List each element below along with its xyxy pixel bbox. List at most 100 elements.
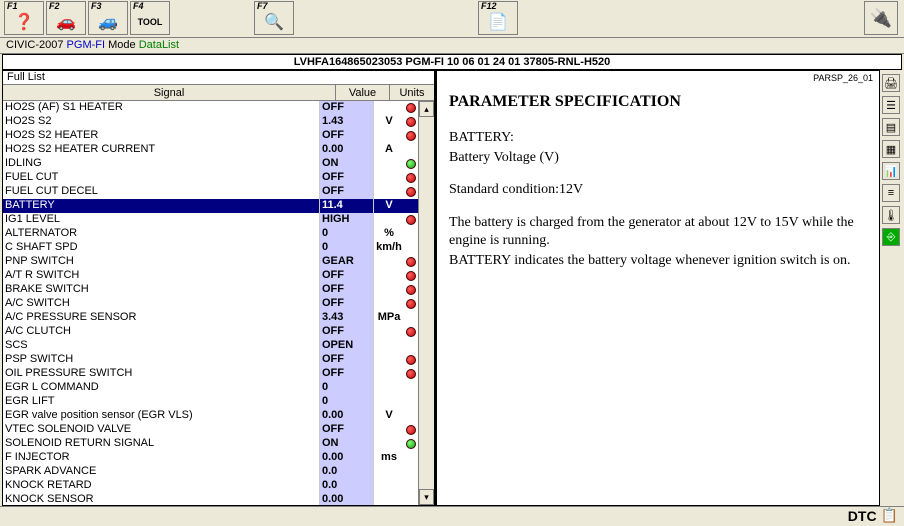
table-row[interactable]: HO2S S21.43V — [3, 115, 418, 129]
status-dot — [404, 199, 418, 213]
table-row[interactable]: A/C CLUTCHOFF — [3, 325, 418, 339]
status-dot — [404, 101, 418, 115]
temp-icon[interactable]: 🌡 — [882, 206, 900, 224]
dot-icon — [406, 355, 416, 365]
table-row[interactable]: A/T R SWITCHOFF — [3, 269, 418, 283]
status-dot — [404, 339, 418, 353]
dot-icon — [406, 369, 416, 379]
cell-units — [374, 339, 404, 353]
cell-value: OFF — [320, 423, 374, 437]
table-row[interactable]: BRAKE SWITCHOFF — [3, 283, 418, 297]
bars-icon[interactable]: ≡ — [882, 184, 900, 202]
scroll-up-icon[interactable]: ▴ — [419, 101, 434, 117]
table-row[interactable]: F INJECTOR0.00ms — [3, 451, 418, 465]
dot-icon — [406, 285, 416, 295]
cell-value: OFF — [320, 325, 374, 339]
col-units: Units — [390, 85, 434, 100]
cell-units — [374, 255, 404, 269]
list-icon[interactable]: ☰ — [882, 96, 900, 114]
table-row[interactable]: FUEL CUT DECELOFF — [3, 185, 418, 199]
status-bar: DTC 📋 — [0, 506, 904, 524]
table-row[interactable]: ALTERNATOR0% — [3, 227, 418, 241]
dot-icon — [406, 215, 416, 225]
table-row[interactable]: A/C PRESSURE SENSOR3.43MPa — [3, 311, 418, 325]
cell-value: OFF — [320, 283, 374, 297]
column-headers: Signal Value Units — [3, 85, 434, 101]
f2-button[interactable]: F2🚗 — [46, 1, 86, 35]
f7-button[interactable]: F7🔍 — [254, 1, 294, 35]
table-row[interactable]: VTEC SOLENOID VALVEOFF — [3, 423, 418, 437]
table-row[interactable]: IG1 LEVELHIGH — [3, 213, 418, 227]
table-row[interactable]: KNOCK SENSOR0.00 — [3, 493, 418, 505]
table-row[interactable]: PSP SWITCHOFF — [3, 353, 418, 367]
status-dot — [404, 493, 418, 505]
cell-units — [374, 283, 404, 297]
dot-icon — [406, 327, 416, 337]
table-row[interactable]: FUEL CUTOFF — [3, 171, 418, 185]
cell-value: OFF — [320, 367, 374, 381]
table-row[interactable]: SCSOPEN — [3, 339, 418, 353]
table-row[interactable]: SPARK ADVANCE0.0 — [3, 465, 418, 479]
exit-icon[interactable]: ⎆ — [882, 228, 900, 246]
cell-signal: PSP SWITCH — [3, 353, 320, 367]
cell-signal: FUEL CUT DECEL — [3, 185, 320, 199]
table-row[interactable]: HO2S S2 HEATER CURRENT0.00A — [3, 143, 418, 157]
table-row[interactable]: KNOCK RETARD0.0 — [3, 479, 418, 493]
status-icon: 📋 — [881, 507, 898, 524]
status-dot — [404, 409, 418, 423]
print-icon[interactable]: 🖨 — [882, 74, 900, 92]
cell-units — [374, 395, 404, 409]
cell-value: ON — [320, 157, 374, 171]
table-row[interactable]: SOLENOID RETURN SIGNALON — [3, 437, 418, 451]
cell-signal: C SHAFT SPD — [3, 241, 320, 255]
f1-button[interactable]: F1❓ — [4, 1, 44, 35]
connector-icon[interactable]: 🔌 — [864, 1, 898, 35]
scroll-down-icon[interactable]: ▾ — [419, 489, 434, 505]
cell-units — [374, 353, 404, 367]
cell-signal: HO2S S2 — [3, 115, 320, 129]
table-row[interactable]: EGR valve position sensor (EGR VLS)0.00V — [3, 409, 418, 423]
side-toolbar: 🖨 ☰ ▤ ▦ 📊 ≡ 🌡 ⎆ — [880, 70, 902, 506]
table-row[interactable]: BATTERY11.4V — [3, 199, 418, 213]
cell-signal: OIL PRESSURE SWITCH — [3, 367, 320, 381]
table-row[interactable]: A/C SWITCHOFF — [3, 297, 418, 311]
cell-units — [374, 493, 404, 505]
table-row[interactable]: OIL PRESSURE SWITCHOFF — [3, 367, 418, 381]
table-row[interactable]: C SHAFT SPD0km/h — [3, 241, 418, 255]
data-list-pane: Full List Signal Value Units HO2S (AF) S… — [2, 70, 436, 506]
table-row[interactable]: PNP SWITCHGEAR — [3, 255, 418, 269]
cell-signal: IDLING — [3, 157, 320, 171]
f3-button[interactable]: F3🚙 — [88, 1, 128, 35]
cell-signal: EGR LIFT — [3, 395, 320, 409]
chart-icon[interactable]: 📊 — [882, 162, 900, 180]
table-row[interactable]: IDLINGON — [3, 157, 418, 171]
dot-icon — [406, 257, 416, 267]
doc-icon[interactable]: ▤ — [882, 118, 900, 136]
cell-signal: VTEC SOLENOID VALVE — [3, 423, 320, 437]
scrollbar[interactable]: ▴ ▾ — [418, 101, 434, 505]
status-dot — [404, 325, 418, 339]
spec-line: BATTERY indicates the battery voltage wh… — [449, 252, 867, 270]
cell-value: 11.4 — [320, 199, 374, 213]
table-row[interactable]: EGR L COMMAND0 — [3, 381, 418, 395]
table-row[interactable]: EGR LIFT0 — [3, 395, 418, 409]
cell-units: km/h — [374, 241, 404, 255]
table-row[interactable]: HO2S S2 HEATEROFF — [3, 129, 418, 143]
cell-signal: SPARK ADVANCE — [3, 465, 320, 479]
toolbar-right: 🔌 — [864, 1, 898, 35]
f12-button[interactable]: F12📄 — [478, 1, 518, 35]
cell-value: 0.0 — [320, 479, 374, 493]
cell-value: OPEN — [320, 339, 374, 353]
scroll-track[interactable] — [419, 117, 434, 489]
cell-signal: IG1 LEVEL — [3, 213, 320, 227]
bc-mode: Mode — [108, 39, 136, 51]
list-title: Full List — [3, 71, 434, 85]
grid-icon[interactable]: ▦ — [882, 140, 900, 158]
table-row[interactable]: HO2S (AF) S1 HEATEROFF — [3, 101, 418, 115]
spec-line: Standard condition:12V — [449, 181, 867, 199]
search-icon: 🔍 — [264, 12, 284, 32]
dot-icon — [406, 187, 416, 197]
dtc-label[interactable]: DTC — [848, 508, 877, 524]
cell-value: 0 — [320, 381, 374, 395]
f4-button[interactable]: F4TOOL — [130, 1, 170, 35]
